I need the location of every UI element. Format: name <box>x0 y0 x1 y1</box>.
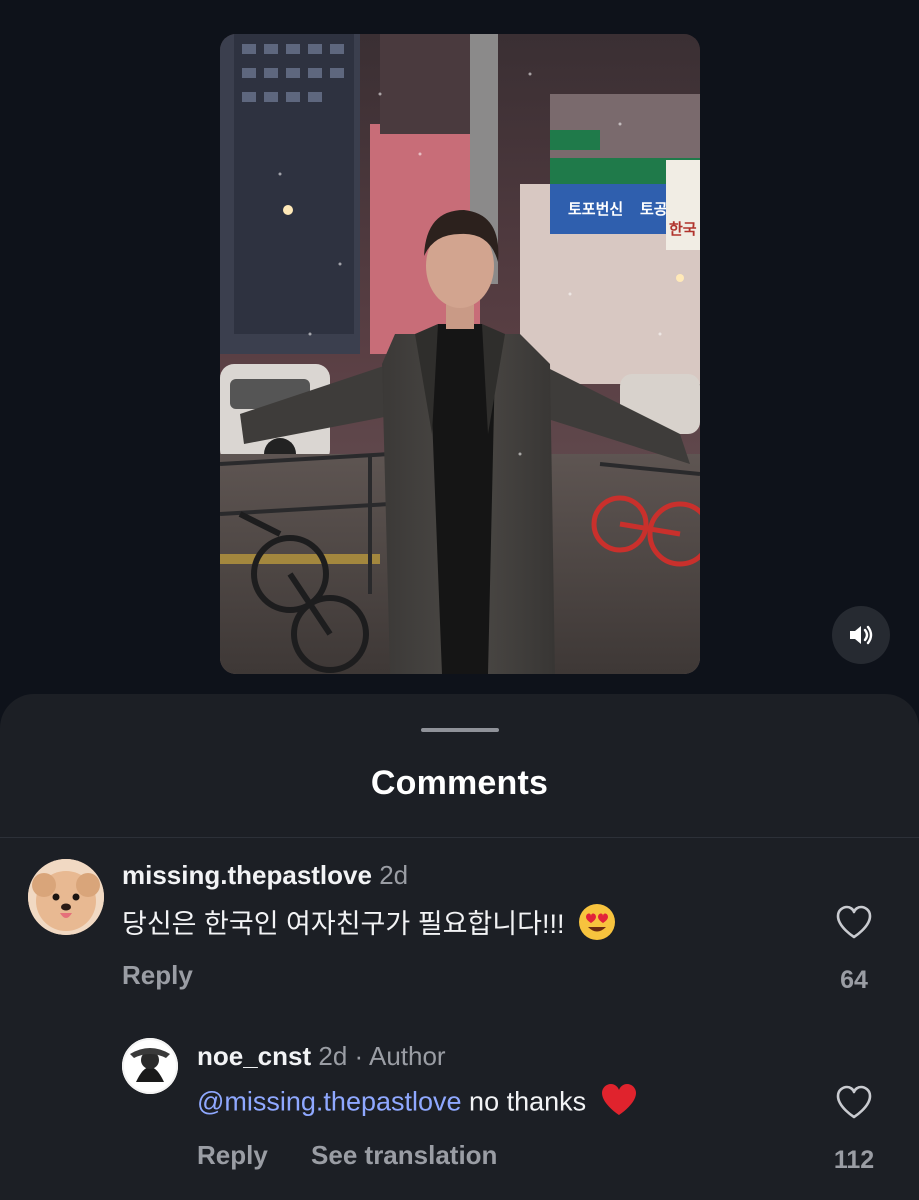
reply-text: @missing.thepastlove no thanks <box>197 1083 638 1124</box>
mute-toggle-button[interactable] <box>832 606 890 664</box>
reply-actions: Reply See translation <box>197 1140 533 1171</box>
author-avatar-icon <box>122 1038 178 1094</box>
like-count: 112 <box>833 1146 875 1174</box>
avatar[interactable] <box>122 1038 178 1094</box>
mention-link[interactable]: @missing.thepastlove <box>197 1087 462 1117</box>
reply-header: noe_cnst 2d · Author <box>197 1041 446 1072</box>
heart-outline-icon[interactable] <box>835 1084 873 1120</box>
reply-item: noe_cnst 2d · Author @missing.thepastlov… <box>0 694 919 1200</box>
speaker-muted-icon <box>850 625 873 645</box>
reply-username[interactable]: noe_cnst <box>197 1041 311 1071</box>
sign-text-left: 토포번신 <box>568 200 623 218</box>
video-frame: 토포번신 토공 한국 <box>220 34 700 674</box>
sign-text-right: 토공 <box>640 200 668 218</box>
sign-side-text: 한국 <box>669 220 697 238</box>
see-translation-button[interactable]: See translation <box>311 1140 497 1170</box>
like-column: 112 <box>824 1084 884 1175</box>
red-heart-emoji-icon <box>600 1083 638 1124</box>
video-player[interactable]: 토포번신 토공 한국 <box>220 34 700 674</box>
reply-meta: 2d · Author <box>318 1041 446 1071</box>
reply-text-content: no thanks <box>469 1086 587 1117</box>
comments-sheet: Comments missing.thepastlove 2d 당신은 한국인 … <box>0 694 919 1200</box>
reply-button[interactable]: Reply <box>197 1140 268 1170</box>
